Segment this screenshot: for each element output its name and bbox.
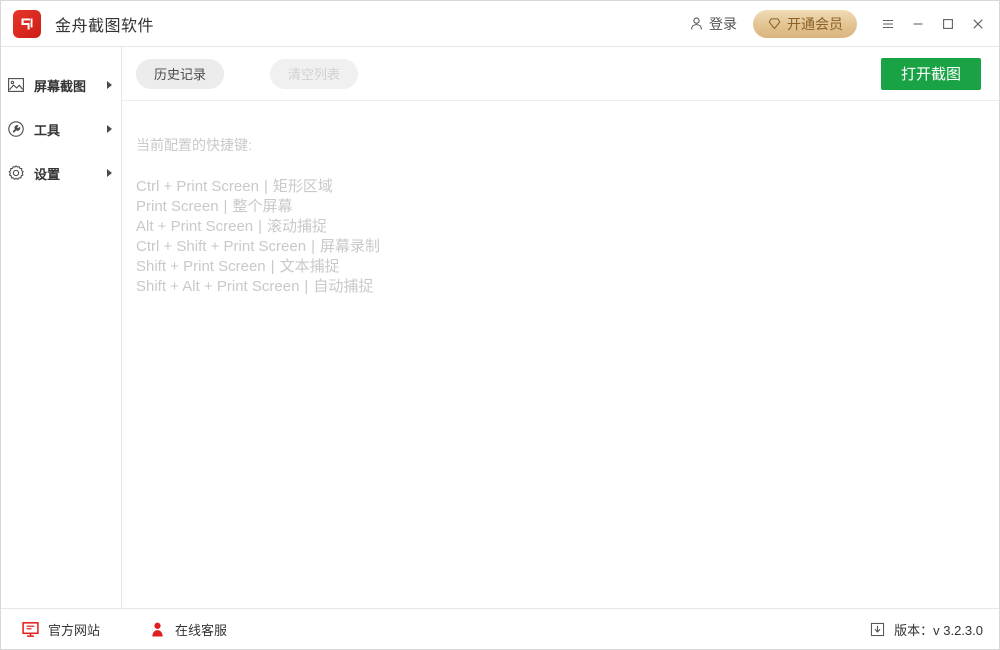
minimize-icon[interactable] — [903, 9, 933, 39]
hotkey-keys: Ctrl + Print Screen — [136, 178, 259, 195]
clear-list-button[interactable]: 清空列表 — [270, 58, 359, 89]
monitor-icon — [21, 620, 40, 639]
sidebar-item-tools[interactable]: 工具 — [1, 107, 121, 151]
hotkey-action: 文本捕捉 — [279, 258, 340, 275]
official-website-label: 官方网站 — [48, 622, 101, 638]
hotkey-row: Ctrl + Shift + Print Screen | 屏幕录制 — [136, 237, 999, 257]
version-label: 版本：v 3.2.3.0 — [894, 622, 983, 638]
login-label: 登录 — [709, 15, 737, 32]
person-icon — [148, 620, 167, 639]
version-info[interactable]: 版本：v 3.2.3.0 — [869, 620, 983, 639]
hotkey-separator: | — [258, 218, 263, 235]
hotkey-row: Ctrl + Print Screen | 矩形区域 — [136, 177, 999, 197]
hotkey-separator: | — [223, 198, 228, 215]
sidebar-item-screen-capture[interactable]: 屏幕截图 — [1, 63, 121, 107]
hotkey-action: 滚动捕捉 — [267, 218, 328, 235]
maximize-icon[interactable] — [933, 9, 963, 39]
login-button[interactable]: 登录 — [683, 10, 743, 38]
hotkey-keys: Alt + Print Screen — [136, 218, 254, 235]
hotkey-separator: | — [270, 258, 275, 275]
open-screenshot-button[interactable]: 打开截图 — [880, 57, 981, 90]
hotkey-keys: Shift + Alt + Print Screen — [136, 278, 300, 295]
image-capture-icon — [7, 76, 25, 94]
hamburger-menu-icon[interactable] — [873, 9, 903, 39]
hotkey-action: 自动捕捉 — [313, 278, 374, 295]
hotkey-row: Shift + Alt + Print Screen | 自动捕捉 — [136, 277, 999, 297]
official-website-link[interactable]: 官方网站 — [21, 620, 100, 639]
footer-bar: 官方网站 在线客服 版本：v 3.2.3.0 — [1, 608, 999, 649]
window-controls — [873, 9, 993, 39]
sidebar-item-settings[interactable]: 设置 — [1, 151, 121, 195]
hotkey-separator: | — [304, 278, 309, 295]
hotkey-row: Print Screen | 整个屏幕 — [136, 197, 999, 217]
hotkey-row: Alt + Print Screen | 滚动捕捉 — [136, 217, 999, 237]
chevron-right-icon — [107, 169, 112, 177]
hotkey-action: 屏幕录制 — [319, 238, 380, 255]
app-title: 金舟截图软件 — [55, 17, 155, 35]
sidebar-item-label: 设置 — [34, 166, 61, 182]
app-logo-icon — [13, 9, 41, 38]
hotkey-keys: Print Screen — [136, 198, 219, 215]
hotkey-action: 整个屏幕 — [232, 198, 293, 215]
chevron-right-icon — [107, 81, 112, 89]
online-support-label: 在线客服 — [175, 622, 228, 638]
wrench-icon — [7, 120, 25, 138]
history-button[interactable]: 历史记录 — [136, 58, 225, 89]
main-panel: 历史记录 清空列表 打开截图 当前配置的快捷键: Ctrl + Print Sc… — [122, 47, 999, 608]
close-icon[interactable] — [963, 9, 993, 39]
gear-icon — [7, 164, 25, 182]
diamond-icon — [767, 16, 782, 31]
online-support-link[interactable]: 在线客服 — [148, 620, 227, 639]
download-icon — [869, 621, 886, 638]
body-region: 屏幕截图 工具 设置 历史记录 清空列表 打开截图 当前配置的快捷键: Ctrl… — [1, 47, 999, 608]
hotkey-separator: | — [311, 238, 315, 255]
hotkey-keys: Shift + Print Screen — [136, 258, 266, 275]
hotkey-separator: | — [263, 178, 268, 195]
sidebar: 屏幕截图 工具 设置 — [1, 47, 122, 608]
user-icon — [689, 16, 704, 31]
vip-upgrade-button[interactable]: 开通会员 — [753, 9, 857, 38]
sidebar-item-label: 屏幕截图 — [34, 78, 87, 94]
sidebar-item-label: 工具 — [34, 122, 61, 138]
vip-label: 开通会员 — [787, 15, 843, 32]
hotkey-keys: Ctrl + Shift + Print Screen — [136, 238, 307, 255]
title-bar: 金舟截图软件 登录 开通会员 — [1, 1, 999, 47]
hotkey-action: 矩形区域 — [272, 178, 333, 195]
application-window: 金舟截图软件 登录 开通会员 屏幕截图 工具 设置 历史记录 清空列表 打开截图… — [0, 0, 1000, 650]
toolbar: 历史记录 清空列表 打开截图 — [122, 47, 999, 101]
chevron-right-icon — [107, 125, 112, 133]
hotkey-row: Shift + Print Screen | 文本捕捉 — [136, 257, 999, 277]
content-area: 当前配置的快捷键: Ctrl + Print Screen | 矩形区域 Print… — [122, 101, 999, 608]
hotkeys-heading: 当前配置的快捷键: — [136, 137, 252, 153]
